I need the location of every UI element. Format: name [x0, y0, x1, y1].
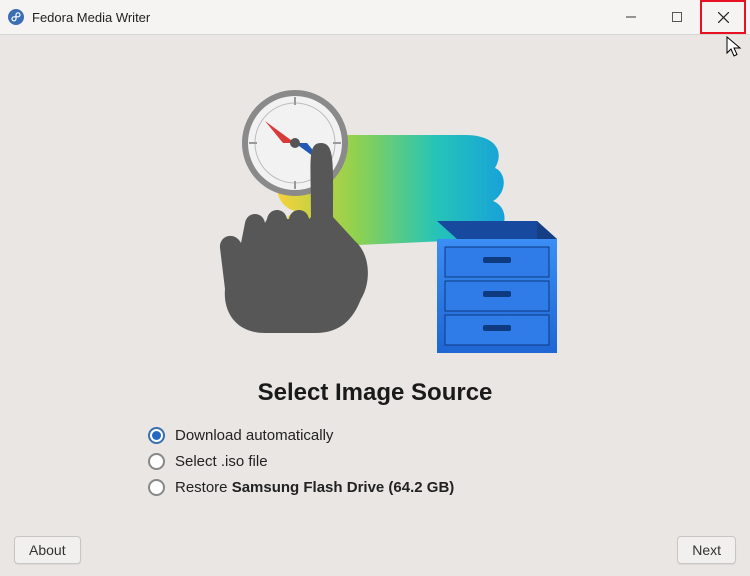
maximize-icon [672, 12, 682, 22]
window-controls [608, 0, 746, 34]
hero-illustration [165, 73, 585, 373]
minimize-button[interactable] [608, 0, 654, 34]
radio-unselected-icon [148, 453, 165, 470]
close-button[interactable] [700, 0, 746, 34]
option-select-iso[interactable]: Select .iso file [148, 449, 454, 473]
fedora-icon [8, 9, 24, 25]
maximize-button[interactable] [654, 0, 700, 34]
image-source-options: Download automatically Select .iso file … [148, 421, 454, 501]
option-label: Download automatically [175, 427, 333, 444]
footer-bar: About Next [0, 536, 750, 564]
option-restore-drive[interactable]: Restore Samsung Flash Drive (64.2 GB) [148, 475, 454, 499]
option-label: Select .iso file [175, 453, 268, 470]
option-label: Restore Samsung Flash Drive (64.2 GB) [175, 479, 454, 496]
about-button[interactable]: About [14, 536, 81, 564]
minimize-icon [626, 12, 636, 22]
cabinet-icon [437, 221, 557, 353]
page-title: Select Image Source [258, 379, 493, 407]
app-window: Fedora Media Writer [0, 0, 750, 576]
radio-unselected-icon [148, 479, 165, 496]
body-area: Select Image Source Download automatical… [0, 35, 750, 576]
option-download-automatically[interactable]: Download automatically [148, 423, 454, 447]
close-icon [718, 12, 729, 23]
radio-selected-icon [148, 427, 165, 444]
titlebar: Fedora Media Writer [0, 0, 750, 35]
window-title: Fedora Media Writer [32, 10, 150, 25]
next-button[interactable]: Next [677, 536, 736, 564]
